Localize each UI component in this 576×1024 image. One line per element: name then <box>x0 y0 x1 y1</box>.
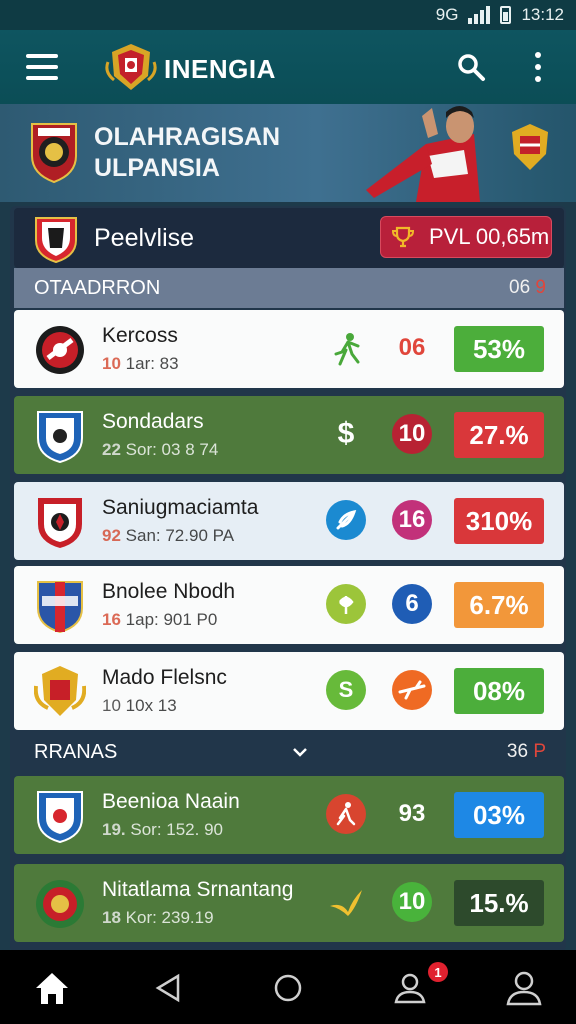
leaf-icon[interactable] <box>326 584 366 624</box>
team-stat: Sor: 152. 90 <box>130 820 223 839</box>
chevron-down-icon[interactable] <box>290 742 310 762</box>
league-crest-icon <box>35 217 77 264</box>
team-score: 10 <box>392 882 432 922</box>
league-bar[interactable]: Peelvlise PVL 00,65m <box>14 208 564 268</box>
team-number: 10 <box>102 696 121 715</box>
section-title: RRANAS <box>34 740 118 763</box>
search-icon[interactable] <box>456 52 486 82</box>
percentage-badge: 53% <box>454 326 544 372</box>
team-name: Nitatlama Srnantang <box>102 878 294 901</box>
notification-badge: 1 <box>428 962 448 982</box>
status-bar: 9G 13:12 <box>0 0 576 30</box>
runner-icon[interactable] <box>326 794 366 834</box>
team-row[interactable]: Mado Flelsnc 10 10x 13 S 08% <box>14 652 564 730</box>
section-header[interactable]: OTAADRRON 06 9 <box>14 268 564 308</box>
price-badge[interactable]: PVL 00,65m <box>380 216 552 258</box>
league-name: Peelvlise <box>94 224 195 252</box>
team-stat: 1ap: 901 P0 <box>125 610 218 629</box>
club-crest-icon <box>31 123 77 184</box>
team-score: 06 <box>398 334 426 361</box>
team-number: 18 <box>102 908 121 927</box>
team-crest-icon <box>36 880 84 928</box>
team-score: 16 <box>392 500 432 540</box>
hero-title-line1: OLAHRAGISAN <box>94 123 281 151</box>
team-number: 92 <box>102 526 121 545</box>
team-crest-icon <box>37 581 83 634</box>
team-crest-icon <box>34 666 86 716</box>
battery-icon <box>500 6 512 24</box>
feather-icon[interactable] <box>326 500 366 540</box>
section-header[interactable]: RRANAS 36 P <box>14 732 564 772</box>
bottom-navigation: 1 <box>0 950 576 1024</box>
plane-icon[interactable] <box>392 670 432 710</box>
app-logo-crest-icon <box>105 44 157 90</box>
team-name: Bnolee Nbodh <box>102 580 236 603</box>
section-count: 36 <box>506 741 529 762</box>
national-emblem-icon <box>512 124 548 170</box>
percentage-badge: 6.7% <box>454 582 544 628</box>
bird-icon[interactable] <box>326 882 366 922</box>
section-count-suffix: P <box>533 741 546 762</box>
team-stat: Sor: 03 8 74 <box>125 440 219 459</box>
team-name: Beenioa Naain <box>102 790 240 813</box>
team-stat: 1ar: 83 <box>125 354 179 373</box>
percentage-badge: 15.% <box>454 880 544 926</box>
team-name: Sondadars <box>102 410 204 433</box>
percentage-badge: 310% <box>454 498 544 544</box>
home-icon[interactable] <box>32 968 72 1008</box>
team-crest-icon <box>38 498 82 548</box>
user-icon[interactable] <box>504 968 544 1008</box>
team-score: 93 <box>398 800 426 827</box>
team-stat: San: 72.90 PA <box>125 526 235 545</box>
app-bar: INENGIA <box>0 30 576 104</box>
team-score: 6 <box>392 584 432 624</box>
team-row[interactable]: Nitatlama Srnantang 18 Kor: 239.19 10 15… <box>14 864 564 942</box>
percentage-badge: 27.% <box>454 412 544 458</box>
team-name: Saniugmaciamta <box>102 496 259 519</box>
profile-notification-icon[interactable] <box>392 968 432 1008</box>
percentage-badge: 08% <box>454 668 544 714</box>
dollar-icon[interactable]: $ <box>326 414 366 454</box>
team-crest-icon <box>37 791 83 844</box>
home-circle-icon[interactable] <box>268 968 308 1008</box>
trophy-icon <box>391 226 415 248</box>
signal-icon <box>468 6 491 24</box>
percentage-badge: 03% <box>454 792 544 838</box>
more-options-icon[interactable] <box>534 52 542 82</box>
team-crest-icon <box>36 326 84 374</box>
team-stat: Kor: 239.19 <box>125 908 214 927</box>
team-number: 10 <box>102 354 121 373</box>
player-image <box>366 106 480 202</box>
s-coin-icon[interactable]: S <box>326 670 366 710</box>
team-row[interactable]: Saniugmaciamta 92 San: 72.90 PA 16 310% <box>14 482 564 560</box>
team-crest-icon <box>37 411 83 464</box>
team-row[interactable]: Bnolee Nbodh 16 1ap: 901 P0 6 6.7% <box>14 566 564 644</box>
price-value: PVL 00,65m <box>429 224 550 249</box>
team-row[interactable]: Sondadars 22 Sor: 03 8 74 $ 10 27.% <box>14 396 564 474</box>
menu-icon[interactable] <box>26 54 58 80</box>
team-stat: 10x 13 <box>125 696 177 715</box>
team-number: 22 <box>102 440 121 459</box>
team-row[interactable]: Beenioa Naain 19. Sor: 152. 90 93 03% <box>14 776 564 854</box>
status-time: 13:12 <box>521 5 564 24</box>
section-title: OTAADRRON <box>34 276 161 299</box>
hero-title-line2: ULPANSIA <box>94 154 220 182</box>
team-name: Mado Flelsnc <box>102 666 227 689</box>
back-icon[interactable] <box>148 968 188 1008</box>
app-title: INENGIA <box>164 54 276 84</box>
team-number: 19. <box>102 820 126 839</box>
section-count: 06 <box>509 277 531 298</box>
team-row[interactable]: Kercoss 10 1ar: 83 06 53% <box>14 310 564 388</box>
team-score: 10 <box>392 414 432 454</box>
network-indicator: 9G <box>435 5 459 24</box>
team-number: 16 <box>102 610 121 629</box>
hero-banner[interactable]: OLAHRAGISAN ULPANSIA <box>0 104 576 202</box>
section-count-suffix: 9 <box>535 277 546 298</box>
team-name: Kercoss <box>102 324 178 347</box>
runner-icon[interactable] <box>332 332 362 366</box>
